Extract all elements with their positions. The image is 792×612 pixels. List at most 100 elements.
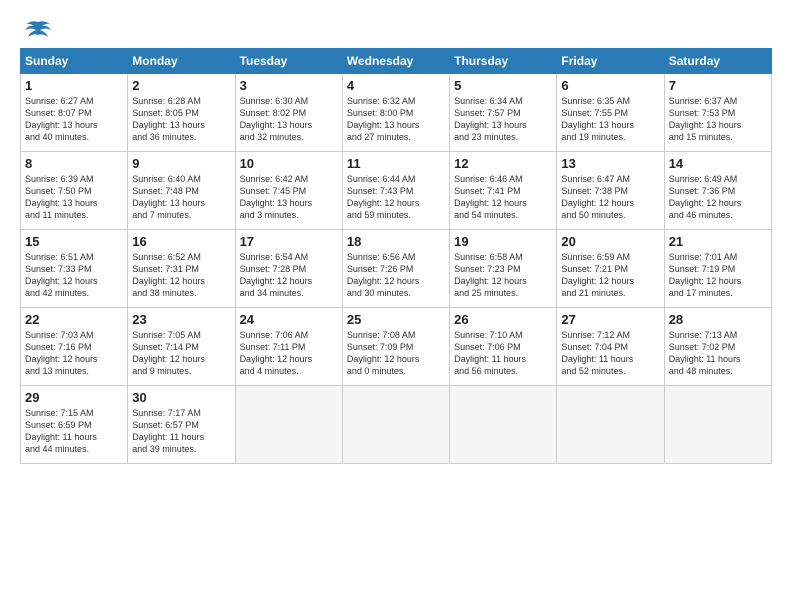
weekday-header-tuesday: Tuesday: [235, 49, 342, 74]
calendar-cell: 23 Sunrise: 7:05 AMSunset: 7:14 PMDayligh…: [128, 308, 235, 386]
day-number: 21: [669, 234, 767, 249]
calendar-cell: 25 Sunrise: 7:08 AMSunset: 7:09 PMDayligh…: [342, 308, 449, 386]
day-number: 24: [240, 312, 338, 327]
calendar-cell: 10 Sunrise: 6:42 AMSunset: 7:45 PMDayligh…: [235, 152, 342, 230]
calendar-cell: 6 Sunrise: 6:35 AMSunset: 7:55 PMDaylight…: [557, 74, 664, 152]
calendar-cell: 2 Sunrise: 6:28 AMSunset: 8:05 PMDaylight…: [128, 74, 235, 152]
cell-details: Sunrise: 6:39 AMSunset: 7:50 PMDaylight:…: [25, 173, 123, 222]
cell-details: Sunrise: 6:51 AMSunset: 7:33 PMDaylight:…: [25, 251, 123, 300]
weekday-header-wednesday: Wednesday: [342, 49, 449, 74]
calendar-cell: 21 Sunrise: 7:01 AMSunset: 7:19 PMDayligh…: [664, 230, 771, 308]
cell-details: Sunrise: 6:28 AMSunset: 8:05 PMDaylight:…: [132, 95, 230, 144]
calendar-cell: 30 Sunrise: 7:17 AMSunset: 6:57 PMDayligh…: [128, 386, 235, 464]
calendar-cell: [342, 386, 449, 464]
calendar-cell: [235, 386, 342, 464]
cell-details: Sunrise: 6:46 AMSunset: 7:41 PMDaylight:…: [454, 173, 552, 222]
day-number: 5: [454, 78, 552, 93]
calendar-week-row: 15 Sunrise: 6:51 AMSunset: 7:33 PMDayligh…: [21, 230, 772, 308]
cell-details: Sunrise: 7:10 AMSunset: 7:06 PMDaylight:…: [454, 329, 552, 378]
calendar-cell: 4 Sunrise: 6:32 AMSunset: 8:00 PMDaylight…: [342, 74, 449, 152]
cell-details: Sunrise: 6:37 AMSunset: 7:53 PMDaylight:…: [669, 95, 767, 144]
cell-details: Sunrise: 7:01 AMSunset: 7:19 PMDaylight:…: [669, 251, 767, 300]
cell-details: Sunrise: 6:58 AMSunset: 7:23 PMDaylight:…: [454, 251, 552, 300]
day-number: 7: [669, 78, 767, 93]
day-number: 11: [347, 156, 445, 171]
calendar-cell: 17 Sunrise: 6:54 AMSunset: 7:28 PMDayligh…: [235, 230, 342, 308]
day-number: 6: [561, 78, 659, 93]
day-number: 15: [25, 234, 123, 249]
day-number: 8: [25, 156, 123, 171]
cell-details: Sunrise: 6:27 AMSunset: 8:07 PMDaylight:…: [25, 95, 123, 144]
day-number: 28: [669, 312, 767, 327]
calendar-cell: 22Sunrise: 7:03 AMSunset: 7:16 PMDayligh…: [21, 308, 128, 386]
day-number: 4: [347, 78, 445, 93]
cell-details: Sunrise: 7:13 AMSunset: 7:02 PMDaylight:…: [669, 329, 767, 378]
cell-details: Sunrise: 6:32 AMSunset: 8:00 PMDaylight:…: [347, 95, 445, 144]
calendar-week-row: 8 Sunrise: 6:39 AMSunset: 7:50 PMDaylight…: [21, 152, 772, 230]
cell-details: Sunrise: 7:15 AMSunset: 6:59 PMDaylight:…: [25, 407, 123, 456]
calendar-cell: 13 Sunrise: 6:47 AMSunset: 7:38 PMDayligh…: [557, 152, 664, 230]
logo: [20, 20, 52, 40]
cell-details: Sunrise: 6:40 AMSunset: 7:48 PMDaylight:…: [132, 173, 230, 222]
calendar-cell: 20Sunrise: 6:59 AMSunset: 7:21 PMDayligh…: [557, 230, 664, 308]
day-number: 25: [347, 312, 445, 327]
day-number: 14: [669, 156, 767, 171]
calendar-week-row: 29 Sunrise: 7:15 AMSunset: 6:59 PMDayligh…: [21, 386, 772, 464]
day-number: 10: [240, 156, 338, 171]
calendar-cell: 29 Sunrise: 7:15 AMSunset: 6:59 PMDayligh…: [21, 386, 128, 464]
calendar-cell: [557, 386, 664, 464]
weekday-header-sunday: Sunday: [21, 49, 128, 74]
calendar-page: SundayMondayTuesdayWednesdayThursdayFrid…: [0, 0, 792, 474]
cell-details: Sunrise: 6:35 AMSunset: 7:55 PMDaylight:…: [561, 95, 659, 144]
day-number: 16: [132, 234, 230, 249]
calendar-cell: 9 Sunrise: 6:40 AMSunset: 7:48 PMDaylight…: [128, 152, 235, 230]
cell-details: Sunrise: 6:44 AMSunset: 7:43 PMDaylight:…: [347, 173, 445, 222]
calendar-cell: 28 Sunrise: 7:13 AMSunset: 7:02 PMDayligh…: [664, 308, 771, 386]
calendar-cell: [664, 386, 771, 464]
calendar-week-row: 22Sunrise: 7:03 AMSunset: 7:16 PMDayligh…: [21, 308, 772, 386]
cell-details: Sunrise: 7:17 AMSunset: 6:57 PMDaylight:…: [132, 407, 230, 456]
day-number: 27: [561, 312, 659, 327]
calendar-cell: 27 Sunrise: 7:12 AMSunset: 7:04 PMDayligh…: [557, 308, 664, 386]
day-number: 23: [132, 312, 230, 327]
cell-details: Sunrise: 7:12 AMSunset: 7:04 PMDaylight:…: [561, 329, 659, 378]
calendar-cell: 8 Sunrise: 6:39 AMSunset: 7:50 PMDaylight…: [21, 152, 128, 230]
weekday-header-row: SundayMondayTuesdayWednesdayThursdayFrid…: [21, 49, 772, 74]
header: [20, 20, 772, 40]
cell-details: Sunrise: 6:52 AMSunset: 7:31 PMDaylight:…: [132, 251, 230, 300]
calendar-cell: 5Sunrise: 6:34 AMSunset: 7:57 PMDaylight…: [450, 74, 557, 152]
calendar-week-row: 1Sunrise: 6:27 AMSunset: 8:07 PMDaylight…: [21, 74, 772, 152]
cell-details: Sunrise: 7:05 AMSunset: 7:14 PMDaylight:…: [132, 329, 230, 378]
weekday-header-saturday: Saturday: [664, 49, 771, 74]
calendar-cell: [450, 386, 557, 464]
day-number: 30: [132, 390, 230, 405]
day-number: 29: [25, 390, 123, 405]
day-number: 19: [454, 234, 552, 249]
day-number: 2: [132, 78, 230, 93]
day-number: 12: [454, 156, 552, 171]
day-number: 9: [132, 156, 230, 171]
day-number: 17: [240, 234, 338, 249]
logo-bird-icon: [24, 20, 52, 40]
cell-details: Sunrise: 6:30 AMSunset: 8:02 PMDaylight:…: [240, 95, 338, 144]
cell-details: Sunrise: 7:08 AMSunset: 7:09 PMDaylight:…: [347, 329, 445, 378]
calendar-cell: 18Sunrise: 6:56 AMSunset: 7:26 PMDayligh…: [342, 230, 449, 308]
weekday-header-friday: Friday: [557, 49, 664, 74]
cell-details: Sunrise: 6:54 AMSunset: 7:28 PMDaylight:…: [240, 251, 338, 300]
weekday-header-thursday: Thursday: [450, 49, 557, 74]
calendar-cell: 12 Sunrise: 6:46 AMSunset: 7:41 PMDayligh…: [450, 152, 557, 230]
calendar-cell: 1Sunrise: 6:27 AMSunset: 8:07 PMDaylight…: [21, 74, 128, 152]
cell-details: Sunrise: 7:06 AMSunset: 7:11 PMDaylight:…: [240, 329, 338, 378]
cell-details: Sunrise: 6:47 AMSunset: 7:38 PMDaylight:…: [561, 173, 659, 222]
calendar-cell: 15 Sunrise: 6:51 AMSunset: 7:33 PMDayligh…: [21, 230, 128, 308]
calendar-cell: 19 Sunrise: 6:58 AMSunset: 7:23 PMDayligh…: [450, 230, 557, 308]
cell-details: Sunrise: 6:42 AMSunset: 7:45 PMDaylight:…: [240, 173, 338, 222]
calendar-cell: 11 Sunrise: 6:44 AMSunset: 7:43 PMDayligh…: [342, 152, 449, 230]
calendar-cell: 26Sunrise: 7:10 AMSunset: 7:06 PMDayligh…: [450, 308, 557, 386]
cell-details: Sunrise: 7:03 AMSunset: 7:16 PMDaylight:…: [25, 329, 123, 378]
calendar-cell: 3Sunrise: 6:30 AMSunset: 8:02 PMDaylight…: [235, 74, 342, 152]
weekday-header-monday: Monday: [128, 49, 235, 74]
cell-details: Sunrise: 6:59 AMSunset: 7:21 PMDaylight:…: [561, 251, 659, 300]
calendar-cell: 16 Sunrise: 6:52 AMSunset: 7:31 PMDayligh…: [128, 230, 235, 308]
day-number: 13: [561, 156, 659, 171]
